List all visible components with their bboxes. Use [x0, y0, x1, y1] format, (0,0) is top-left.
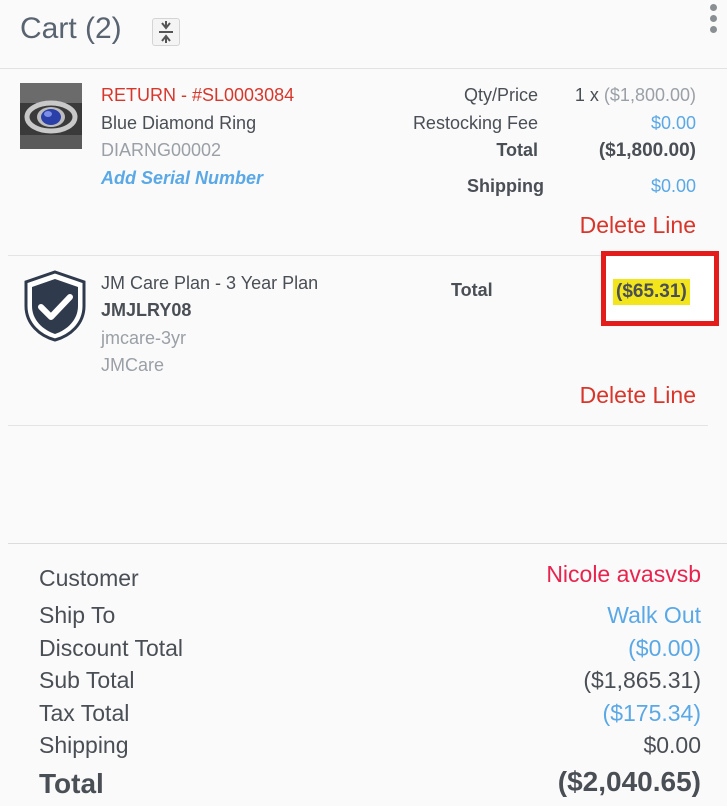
product-name: JM Care Plan - 3 Year Plan — [101, 273, 319, 293]
discount-total-label: Discount Total — [39, 635, 184, 661]
delete-line-button[interactable]: Delete Line — [580, 382, 696, 409]
product-sku: JMJLRY08 — [101, 300, 192, 320]
product-code: jmcare-3yr — [101, 328, 187, 348]
shield-check-icon — [24, 270, 86, 342]
return-label: RETURN - #SL0003084 — [101, 85, 295, 105]
product-vendor: JMCare — [101, 355, 165, 375]
line-total-value: ($1,800.00) — [598, 140, 696, 161]
qty-value: 1 x — [574, 85, 599, 105]
qty-price-label: Qty/Price — [463, 85, 538, 105]
shipping-value: $0.00 — [643, 732, 701, 758]
line-total-label: Total — [451, 280, 493, 300]
qty-price-value: 1 x ($1,800.00) — [575, 85, 696, 106]
product-image — [20, 83, 82, 149]
add-serial-link[interactable]: Add Serial Number — [101, 168, 263, 189]
kebab-menu-icon[interactable] — [707, 4, 719, 40]
sub-total-value: ($1,865.31) — [583, 667, 701, 693]
shipping-label: Shipping — [39, 732, 129, 758]
discount-total-value[interactable]: ($0.00) — [628, 635, 701, 662]
product-name: Blue Diamond Ring — [101, 113, 257, 133]
grand-total-value: ($2,040.65) — [557, 766, 701, 797]
ship-to-label: Ship To — [39, 602, 116, 628]
restocking-fee-label: Restocking Fee — [412, 113, 538, 133]
customer-label: Customer — [39, 565, 139, 591]
delete-line-button[interactable]: Delete Line — [580, 212, 696, 239]
unit-price-value: ($1,800.00) — [603, 85, 696, 105]
shipping-value[interactable]: $0.00 — [651, 176, 696, 197]
order-summary: Customer Nicole avasvsb Ship To Walk Out… — [8, 543, 727, 806]
cart-title: Cart (2) — [20, 12, 122, 45]
grand-total-label: Total — [39, 768, 104, 799]
customer-value[interactable]: Nicole avasvsb — [546, 561, 701, 588]
collapse-vertical-icon — [159, 21, 173, 43]
tax-total-value[interactable]: ($175.34) — [603, 700, 701, 727]
cart-line-return: RETURN - #SL0003084 Blue Diamond Ring DI… — [8, 69, 708, 256]
tax-total-label: Tax Total — [39, 700, 130, 726]
cart-line-care-plan: JM Care Plan - 3 Year Plan JMJLRY08 jmca… — [8, 251, 719, 426]
collapse-button[interactable] — [152, 18, 180, 46]
line-total-value: ($65.31) — [613, 279, 690, 305]
cart-header: Cart (2) — [0, 0, 727, 69]
ship-to-value[interactable]: Walk Out — [607, 602, 701, 629]
restocking-fee-value[interactable]: $0.00 — [651, 113, 696, 134]
line-total-label: Total — [496, 140, 538, 160]
sub-total-label: Sub Total — [39, 667, 135, 693]
product-sku: DIARNG00002 — [101, 140, 222, 160]
shipping-label: Shipping — [467, 176, 544, 196]
